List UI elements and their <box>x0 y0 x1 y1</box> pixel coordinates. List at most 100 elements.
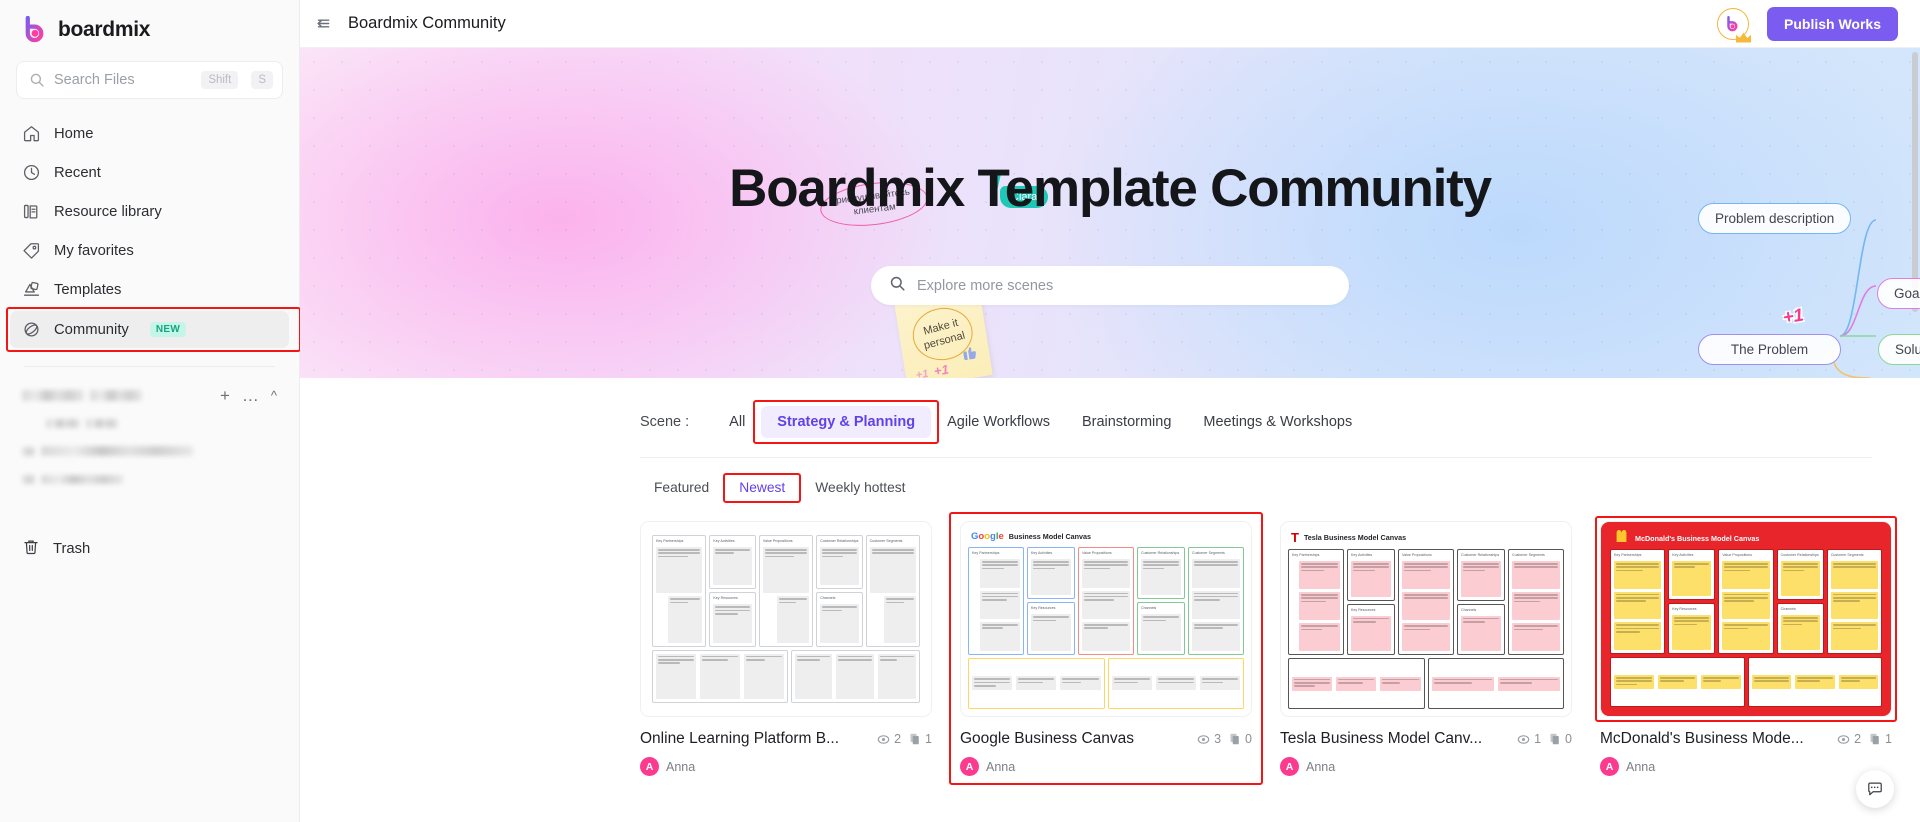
canvas-section <box>1610 657 1745 707</box>
template-card-grid: Key Partnerships Key Activities Key Reso… <box>300 501 1920 785</box>
sidebar-team-group: + … ^ <box>0 367 299 493</box>
copies-stat: 1 <box>1869 732 1892 746</box>
collapse-panel-icon <box>316 19 329 28</box>
views-count: 2 <box>1854 732 1862 746</box>
sidebar-item-label: My favorites <box>54 242 134 259</box>
canvas-section: Key Resources <box>1027 602 1075 655</box>
canvas-section <box>1107 657 1244 709</box>
sidebar-item-label: Community <box>54 321 129 338</box>
canvas-header: McDonald's Business Model Canvas <box>1608 529 1884 547</box>
collapse-sidebar-button[interactable] <box>300 14 346 33</box>
sidebar-item-resource-library[interactable]: Resource library <box>10 193 289 230</box>
team-group-header[interactable]: + … ^ <box>22 381 277 409</box>
canvas-section: Customer Segments <box>1188 547 1244 655</box>
canvas-section <box>1427 658 1564 709</box>
mindmap-node-problem-description: Problem description <box>1698 203 1852 234</box>
redacted-text <box>22 474 35 484</box>
publish-works-button[interactable]: Publish Works <box>1767 6 1898 41</box>
templates-icon <box>22 280 41 299</box>
add-file-button[interactable]: + <box>220 387 230 404</box>
author-name: Anna <box>986 759 1016 774</box>
explore-scenes-search[interactable]: Explore more scenes <box>871 266 1349 305</box>
chat-bubble-icon <box>1868 782 1882 796</box>
eye-icon <box>877 734 890 744</box>
card-title: Tesla Business Model Canv... <box>1280 730 1483 747</box>
plus-one-reaction: +1 <box>914 367 930 378</box>
template-card[interactable]: Key Partnerships Key Activities Key Reso… <box>640 521 932 776</box>
page-title: Boardmix Community <box>348 14 506 32</box>
library-icon <box>22 202 41 221</box>
template-thumbnail[interactable]: T Tesla Business Model Canvas Key Partne… <box>1280 521 1572 717</box>
canvas-section <box>652 649 788 703</box>
canvas-section: Customer Segments <box>1508 549 1564 656</box>
boardmix-logo-icon <box>22 15 49 43</box>
thumbs-up-icon <box>959 343 979 367</box>
template-thumbnail[interactable]: Key Partnerships Key Activities Key Reso… <box>640 521 932 717</box>
user-avatar[interactable] <box>1717 7 1752 43</box>
scene-tab-all[interactable]: All <box>713 406 761 438</box>
views-count: 1 <box>1534 732 1542 746</box>
canvas-section: Key Resources <box>709 592 756 647</box>
brand: boardmix <box>0 0 299 57</box>
mindmap-node-the-problem: The Problem <box>1698 334 1841 365</box>
hero-banner: Прислушивайтесь к клиентам Clara Make it… <box>300 48 1920 378</box>
card-meta: Google Business Canvas 3 0 <box>960 730 1252 748</box>
canvas-section: Key Activities <box>709 535 756 590</box>
canvas-section: Value Propositions <box>1078 547 1134 655</box>
sidebar-item-label: Templates <box>54 281 122 298</box>
search-files-input[interactable]: Search Files Shift S <box>16 61 283 99</box>
avatar: A <box>1600 757 1619 776</box>
template-card[interactable]: Google Business Model Canvas Key Partner… <box>949 512 1263 785</box>
clock-icon <box>22 163 41 182</box>
sidebar-item-label: Resource library <box>54 203 162 220</box>
help-chat-button[interactable] <box>1856 770 1894 808</box>
sidebar-item-templates[interactable]: Templates <box>10 271 289 308</box>
trash-label: Trash <box>53 540 91 557</box>
canvas-board-title: McDonald's Business Model Canvas <box>1635 533 1760 543</box>
sort-tab-newest[interactable]: Newest <box>725 474 799 501</box>
card-author: A Anna <box>1280 757 1572 776</box>
template-card[interactable]: T Tesla Business Model Canvas Key Partne… <box>1280 521 1572 776</box>
scene-tab-strategy-planning[interactable]: Strategy & Planning <box>761 406 932 438</box>
sticky-reactions: +1 +1 <box>914 362 950 378</box>
scene-tab-meetings-workshops[interactable]: Meetings & Workshops <box>1187 406 1368 438</box>
eye-icon <box>1517 734 1530 744</box>
canvas-section: Key Activities <box>1668 549 1716 600</box>
card-meta: Tesla Business Model Canv... 1 0 <box>1280 730 1572 748</box>
collapse-group-button[interactable]: ^ <box>271 389 277 402</box>
eye-icon <box>1197 734 1210 744</box>
sort-tab-featured[interactable]: Featured <box>640 474 723 501</box>
more-options-button[interactable]: … <box>242 387 259 404</box>
redacted-text <box>41 446 193 456</box>
redacted-text <box>90 389 142 401</box>
template-thumbnail[interactable]: McDonald's Business Model Canvas Key Par… <box>1600 521 1892 717</box>
scene-tab-agile-workflows[interactable]: Agile Workflows <box>931 406 1066 438</box>
canvas-section: Value Propositions <box>1718 549 1774 654</box>
sidebar-item-recent[interactable]: Recent <box>10 154 289 191</box>
sidebar-item-home[interactable]: Home <box>10 115 289 152</box>
copies-count: 0 <box>1245 732 1252 746</box>
copies-stat: 0 <box>1549 732 1572 746</box>
sidebar-item-community[interactable]: Community NEW <box>10 311 289 348</box>
sidebar-item-my-favorites[interactable]: My favorites <box>10 232 289 269</box>
list-item[interactable] <box>22 437 277 465</box>
main-content: Boardmix Community Publish Works Прислуш… <box>300 0 1920 822</box>
search-icon <box>29 72 45 88</box>
scene-tab-brainstorming[interactable]: Brainstorming <box>1066 406 1187 438</box>
scene-label: Scene : <box>640 414 690 430</box>
list-item[interactable] <box>22 409 277 437</box>
sort-tab-weekly-hottest[interactable]: Weekly hottest <box>801 474 919 501</box>
copies-stat: 0 <box>1229 732 1252 746</box>
mcdonalds-logo <box>1613 529 1630 548</box>
canvas-section: Customer Segments <box>1826 549 1883 654</box>
canvas-section: Customer Segments <box>865 535 921 647</box>
shortcut-key-s: S <box>251 71 273 89</box>
template-card[interactable]: McDonald's Business Model Canvas Key Par… <box>1595 516 1897 776</box>
list-item[interactable] <box>22 465 277 493</box>
plus-one-badge: +1 <box>1781 304 1805 328</box>
template-thumbnail[interactable]: Google Business Model Canvas Key Partner… <box>960 521 1252 717</box>
sidebar-item-community-wrapper: Community NEW <box>6 307 301 352</box>
sidebar-item-trash[interactable]: Trash <box>10 530 289 567</box>
scene-filter-row: Scene : All Strategy & Planning Agile Wo… <box>300 378 1920 444</box>
hero-title: Boardmix Template Community <box>729 159 1492 218</box>
